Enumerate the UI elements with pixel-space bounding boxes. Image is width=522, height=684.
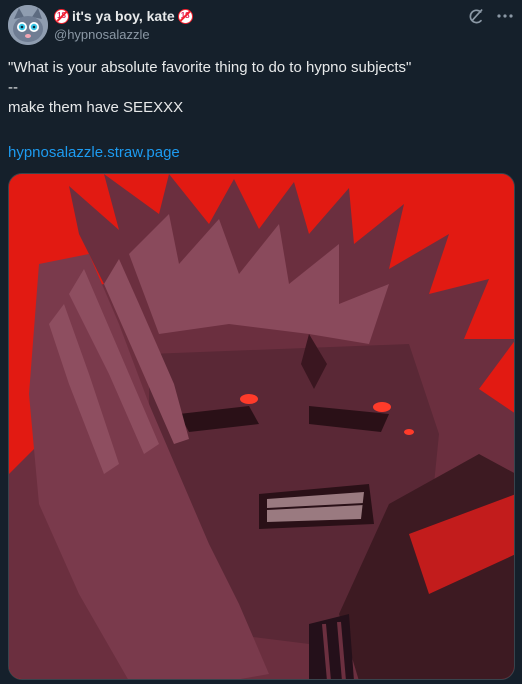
no-under-18-icon: 18 bbox=[177, 8, 193, 24]
tweet: 18 it's ya boy, kate 18 @hypnosalazzle "… bbox=[0, 0, 522, 684]
user-handle[interactable]: @hypnosalazzle bbox=[54, 27, 193, 42]
tweet-text-line: "What is your absolute favorite thing to… bbox=[8, 59, 412, 76]
avatar[interactable] bbox=[8, 5, 48, 45]
header-actions bbox=[466, 7, 514, 25]
author-names: 18 it's ya boy, kate 18 @hypnosalazzle bbox=[54, 7, 193, 42]
profile-link[interactable]: hypnosalazzle.straw.page bbox=[8, 143, 180, 163]
display-name[interactable]: 18 it's ya boy, kate 18 bbox=[54, 7, 193, 25]
more-dots-icon[interactable] bbox=[496, 7, 514, 25]
no-under-18-icon: 18 bbox=[54, 8, 69, 24]
tweet-text-line: make them have SEEXXX bbox=[8, 99, 184, 116]
grok-icon[interactable] bbox=[466, 7, 484, 25]
tweet-header: 18 it's ya boy, kate 18 @hypnosalazzle bbox=[8, 5, 514, 45]
tweet-media[interactable] bbox=[8, 173, 515, 680]
tweet-text: "What is your absolute favorite thing to… bbox=[8, 58, 512, 118]
tweet-text-line: -- bbox=[8, 79, 18, 96]
display-name-text: it's ya boy, kate bbox=[72, 8, 175, 24]
